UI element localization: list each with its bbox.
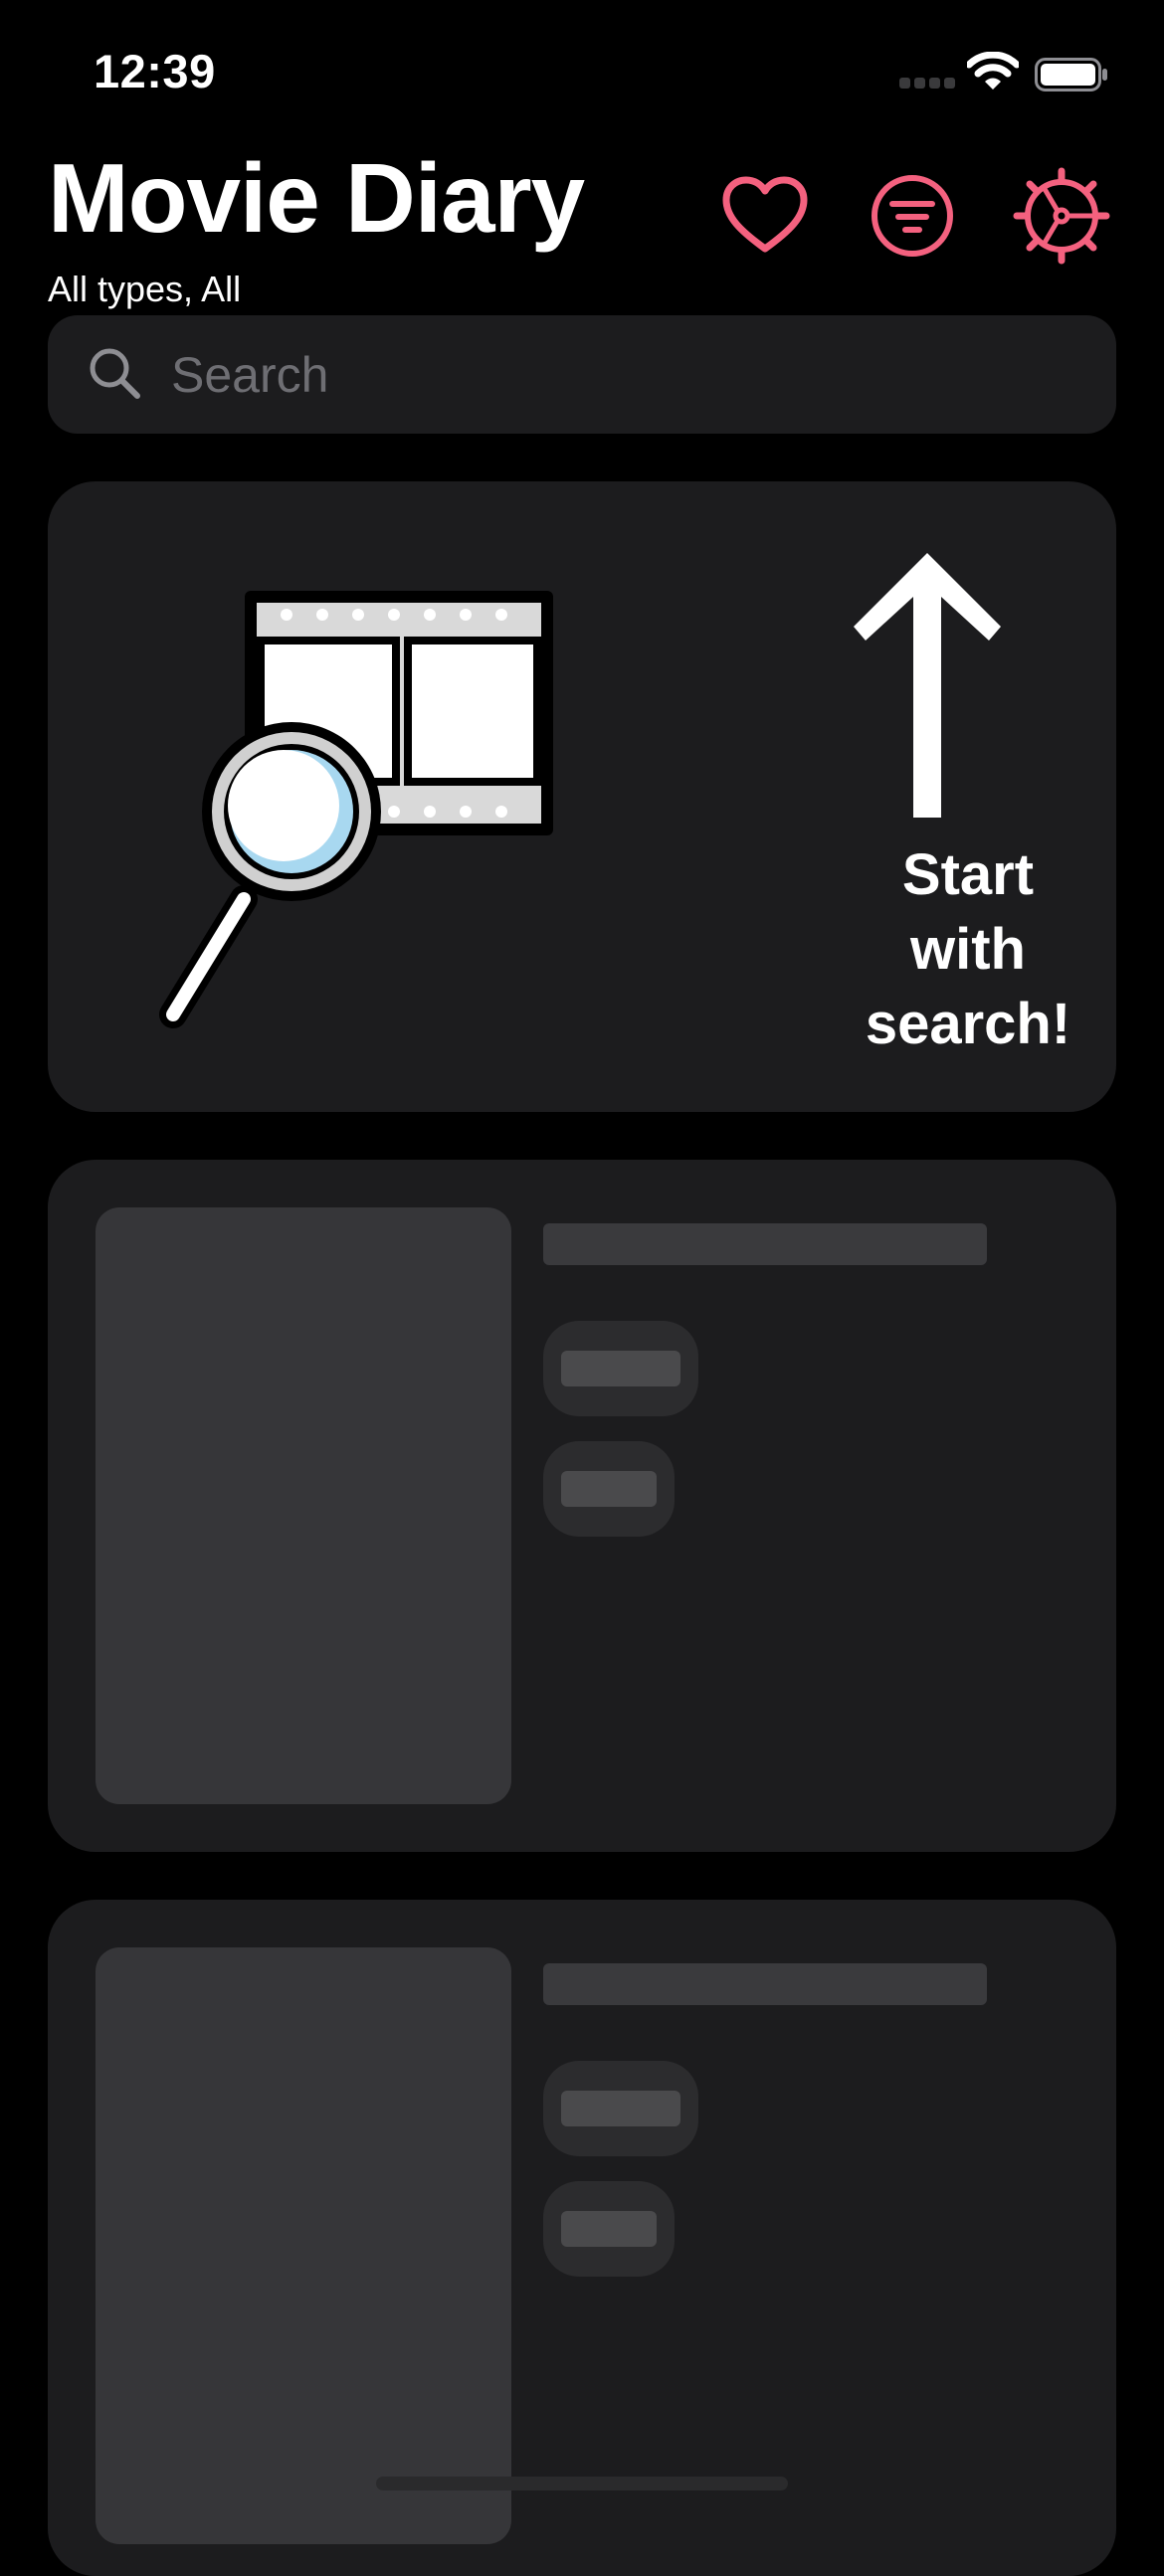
tag-placeholder (543, 1441, 675, 1537)
search-bar[interactable] (48, 315, 1116, 434)
title-placeholder (543, 1963, 987, 2005)
loading-placeholder-card (48, 1160, 1116, 1852)
favorites-button[interactable] (720, 171, 810, 261)
tag-placeholder (543, 2061, 698, 2156)
loading-placeholder-card (48, 1900, 1116, 2576)
page-title: Movie Diary (48, 143, 585, 253)
status-time: 12:39 (94, 45, 216, 97)
tag-text-placeholder (561, 1351, 680, 1386)
tag-placeholder (543, 1321, 698, 1416)
battery-icon (1035, 58, 1107, 92)
poster-placeholder (96, 1207, 511, 1804)
filter-icon (872, 175, 953, 257)
search-hint-card: Start with search! (48, 481, 1116, 1112)
tag-text-placeholder (561, 1471, 657, 1507)
heart-icon (722, 176, 808, 253)
filter-button[interactable] (868, 171, 957, 261)
tag-placeholder (543, 2181, 675, 2277)
tag-text-placeholder (561, 2211, 657, 2247)
search-input[interactable] (171, 315, 1067, 434)
filter-summary: All types, All (48, 269, 242, 309)
hint-text: Start with search! (865, 842, 1071, 1056)
wifi-icon (967, 52, 1019, 90)
settings-icon (1013, 167, 1110, 265)
settings-button[interactable] (1013, 167, 1110, 265)
title-placeholder (543, 1223, 987, 1265)
cellular-signal-icon (899, 78, 955, 89)
poster-placeholder (96, 1947, 511, 2544)
film-search-icon (159, 591, 553, 1028)
search-icon (90, 348, 140, 399)
arrow-up-icon (854, 553, 1001, 818)
home-indicator (376, 2477, 788, 2490)
tag-text-placeholder (561, 2091, 680, 2126)
